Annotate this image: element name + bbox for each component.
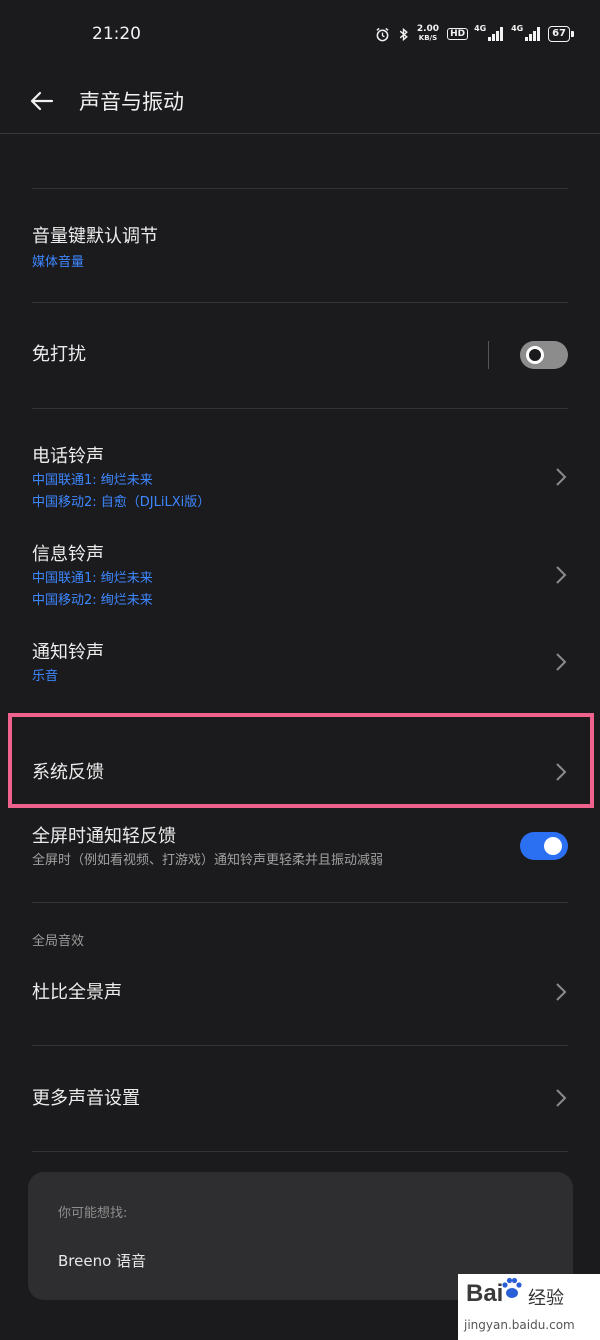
setting-title: 杜比全景声: [32, 982, 122, 1003]
divider: [32, 902, 568, 903]
setting-message-ringtone[interactable]: 信息铃声 中国联通1: 绚烂未来 中国移动2: 绚烂未来: [32, 540, 568, 612]
setting-title: 通知铃声: [32, 642, 104, 663]
setting-title: 音量键默认调节: [32, 226, 158, 247]
section-header: 全局音效: [32, 934, 85, 949]
chevron-right-icon: [556, 653, 567, 671]
divider: [32, 408, 568, 409]
paw-icon: [502, 1277, 522, 1298]
setting-title: 全屏时通知轻反馈: [32, 826, 176, 847]
fullscreen-feedback-toggle[interactable]: [520, 832, 568, 860]
chevron-right-icon: [556, 1089, 567, 1107]
setting-title: 更多声音设置: [32, 1088, 140, 1109]
setting-more-sound[interactable]: 更多声音设置: [32, 1084, 568, 1114]
divider: [32, 188, 568, 189]
status-bar: 21:20 2.00 KB/S HD 4G 4G 67: [0, 0, 600, 68]
bluetooth-icon: [399, 27, 408, 41]
back-arrow-icon: [30, 91, 54, 110]
setting-notification-ringtone[interactable]: 通知铃声 乐音: [32, 638, 568, 688]
setting-title: 信息铃声: [32, 544, 104, 565]
page-title: 声音与振动: [79, 89, 184, 114]
highlight-box: [8, 713, 594, 808]
divider: [32, 1045, 568, 1046]
alarm-icon: [376, 27, 389, 41]
battery-icon: 67: [548, 26, 574, 42]
hd-voice-icon: HD: [447, 28, 469, 40]
setting-description: 全屏时（例如看视频、打游戏）通知铃声更轻柔并且振动减弱: [32, 853, 384, 868]
setting-value-sim1: 中国联通1: 绚烂未来: [32, 571, 153, 586]
separator: [488, 341, 489, 369]
suggestion-label: 你可能想找:: [58, 1206, 128, 1221]
divider: [32, 302, 568, 303]
setting-phone-ringtone[interactable]: 电话铃声 中国联通1: 绚烂未来 中国移动2: 自愈（DJLiLXi版）: [32, 442, 568, 514]
setting-fullscreen-feedback[interactable]: 全屏时通知轻反馈 全屏时（例如看视频、打游戏）通知铃声更轻柔并且振动减弱: [32, 822, 568, 872]
setting-volume-key[interactable]: 音量键默认调节 媒体音量: [32, 222, 568, 282]
signal-icon-sim1: 4G: [474, 24, 504, 41]
setting-value-sim2: 中国移动2: 自愈（DJLiLXi版）: [32, 495, 211, 510]
chevron-right-icon: [556, 566, 567, 584]
setting-value: 媒体音量: [32, 255, 85, 270]
divider: [32, 1151, 568, 1152]
chevron-right-icon: [556, 468, 567, 486]
setting-do-not-disturb[interactable]: 免打扰: [32, 338, 568, 378]
setting-dolby[interactable]: 杜比全景声: [32, 978, 568, 1008]
network-speed: 2.00 KB/S: [416, 24, 440, 43]
setting-title: 电话铃声: [32, 446, 104, 467]
chevron-right-icon: [556, 983, 567, 1001]
baidu-watermark: Bai 经验 jingyan.baidu.com: [458, 1274, 600, 1340]
setting-value-sim2: 中国移动2: 绚烂未来: [32, 593, 153, 608]
app-header: 声音与振动: [0, 68, 600, 134]
setting-value: 乐音: [32, 669, 59, 684]
suggestion-item[interactable]: Breeno 语音: [58, 1250, 146, 1271]
dnd-toggle[interactable]: [520, 341, 568, 369]
status-time: 21:20: [92, 24, 141, 44]
watermark-url: jingyan.baidu.com: [464, 1318, 575, 1332]
status-icons: 2.00 KB/S HD 4G 4G 67: [375, 24, 574, 43]
watermark-suffix: 经验: [528, 1288, 564, 1309]
back-button[interactable]: [27, 86, 57, 116]
signal-icon-sim2: 4G: [511, 24, 541, 41]
setting-value-sim1: 中国联通1: 绚烂未来: [32, 473, 153, 488]
